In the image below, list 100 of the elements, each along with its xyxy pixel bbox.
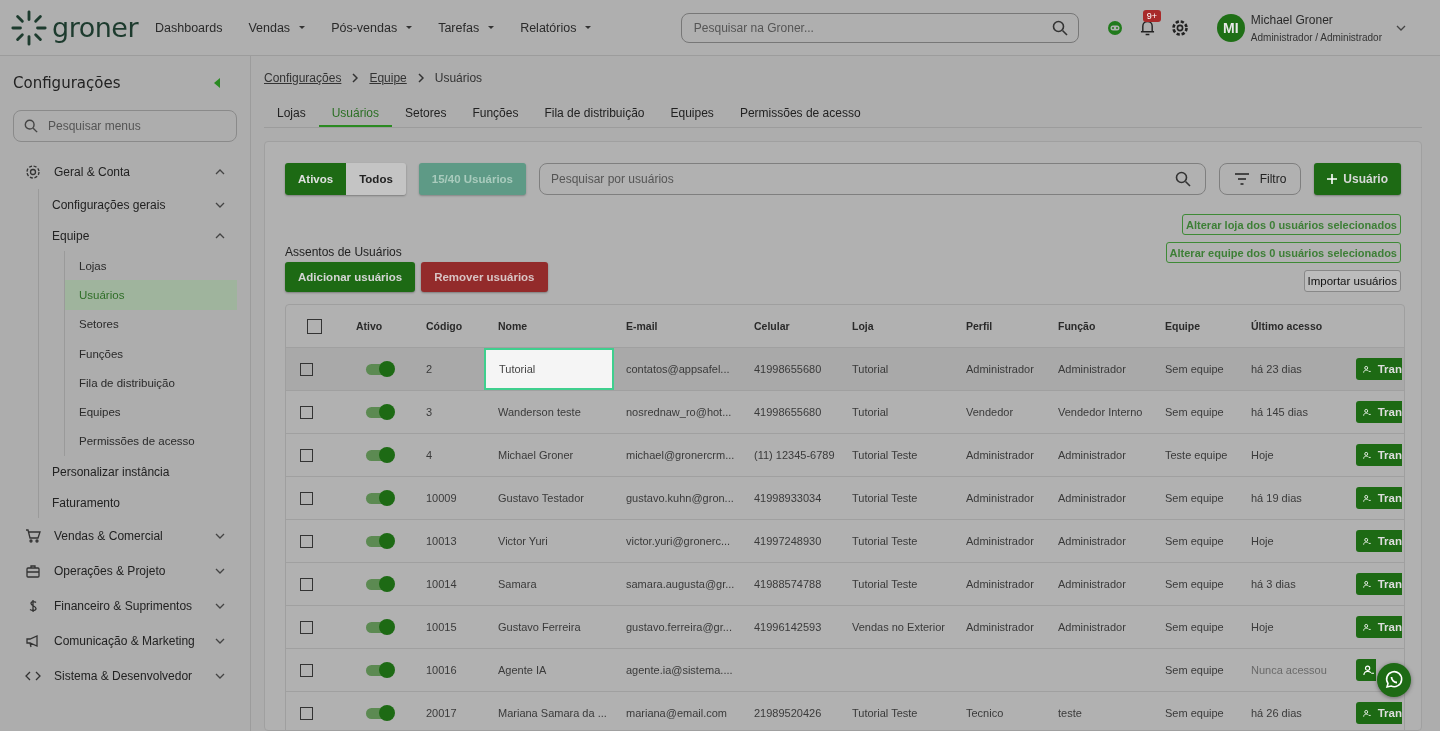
table-cell-text: Sem equipe — [1165, 664, 1225, 676]
remove-users-button[interactable]: Remover usuários — [421, 262, 548, 292]
row-checkbox[interactable] — [300, 577, 313, 591]
table-cell-text: 41998655680 — [754, 363, 823, 375]
table-cell-text: Vendedor — [966, 406, 1015, 418]
transfer-button[interactable]: Tran — [1356, 530, 1402, 552]
table-cell-text: há 19 dias — [1251, 492, 1303, 504]
sidebar-item[interactable]: Equipes — [65, 397, 237, 427]
menu-search-input[interactable]: Pesquisar menus — [46, 118, 226, 134]
row-checkbox[interactable] — [300, 534, 313, 548]
row-checkbox[interactable] — [300, 663, 313, 677]
nav-link[interactable]: Tarefas — [438, 20, 495, 35]
table-cell-text: Mariana Samara da ... — [498, 707, 608, 719]
transfer-button[interactable]: Tran — [1356, 616, 1402, 638]
active-toggle[interactable] — [366, 621, 393, 633]
table-cell-text: Administrador — [1058, 578, 1127, 590]
sidebar-item[interactable]: Configurações gerais — [52, 189, 237, 220]
sidebar-item[interactable]: Setores — [65, 309, 237, 339]
sidebar-item[interactable]: Funções — [65, 338, 237, 369]
table-cell-text: Administrador — [966, 449, 1035, 461]
select-all-checkbox[interactable] — [307, 318, 322, 334]
table-cell-text: Administrador — [1058, 621, 1127, 633]
column-header: Função — [1058, 320, 1097, 332]
sidebar-item[interactable]: Faturamento — [52, 487, 237, 519]
search-input[interactable]: Pesquisar na Groner... — [691, 19, 1052, 36]
filter-toggle-button[interactable]: Ativos — [285, 162, 347, 195]
breadcrumb-link[interactable]: Equipe — [369, 71, 407, 85]
seats-count-badge: 15/40 Usuários — [418, 162, 526, 195]
sidebar-item[interactable]: Lojas — [65, 251, 237, 281]
active-toggle[interactable] — [366, 492, 393, 504]
transfer-button[interactable] — [1356, 659, 1376, 681]
transfer-button[interactable]: Tran — [1356, 358, 1402, 380]
sidebar-section[interactable]: Operações & Projeto — [13, 553, 237, 589]
sidebar-section[interactable]: Financeiro & Suprimentos — [13, 588, 237, 624]
column-header: E-mail — [626, 320, 659, 332]
tab[interactable]: Lojas — [264, 100, 319, 127]
active-toggle[interactable] — [366, 449, 393, 461]
table-cell-text: 10015 — [426, 621, 458, 633]
active-toggle[interactable] — [366, 363, 393, 375]
table-cell-text: há 145 dias — [1251, 406, 1309, 418]
user-search-field[interactable]: Pesquisar por usuários — [539, 162, 1206, 195]
transfer-button[interactable]: Tran — [1356, 573, 1402, 595]
active-toggle[interactable] — [366, 578, 393, 590]
row-checkbox[interactable] — [300, 706, 313, 720]
tab[interactable]: Setores — [392, 100, 460, 127]
add-user-button[interactable]: Usuário — [1314, 162, 1401, 195]
sidebar-item[interactable]: Fila de distribuição — [65, 368, 237, 398]
sidebar-section[interactable]: Comunicação & Marketing — [13, 623, 237, 659]
table-cell-text: 10013 — [426, 535, 458, 547]
filter-button[interactable]: Filtro — [1218, 162, 1302, 195]
sunburst-logo-icon — [10, 8, 48, 47]
import-users-button[interactable]: Importar usuários — [1303, 270, 1401, 292]
breadcrumb-link[interactable]: Configurações — [264, 71, 342, 85]
tab[interactable]: Funções — [459, 100, 532, 127]
menu-search-field[interactable]: Pesquisar menus — [13, 110, 237, 142]
settings-icon[interactable] — [1170, 18, 1189, 37]
user-search-input[interactable]: Pesquisar por usuários — [549, 170, 1175, 187]
user-icon — [1363, 363, 1371, 375]
table-cell-text: 2 — [426, 363, 434, 375]
nav-link[interactable]: Vendas — [248, 20, 306, 35]
search-field[interactable]: Pesquisar na Groner... — [680, 12, 1079, 43]
active-toggle[interactable] — [366, 406, 393, 418]
table-cell-text: Sem equipe — [1165, 621, 1225, 633]
row-checkbox[interactable] — [300, 491, 313, 505]
filter-toggle-button[interactable]: Todos — [346, 162, 406, 195]
row-checkbox[interactable] — [300, 620, 313, 634]
nav-link[interactable]: Relatórios — [520, 20, 592, 35]
sidebar-item[interactable]: Personalizar instância — [52, 456, 237, 488]
transfer-button[interactable]: Tran — [1356, 702, 1402, 724]
tab[interactable]: Permissões de acesso — [726, 100, 874, 127]
sidebar-section[interactable]: Geral & Conta — [13, 154, 237, 189]
sidebar-section[interactable]: Sistema & Desenvolvedor — [13, 658, 237, 694]
table-cell: Tutorial — [484, 348, 614, 390]
user-icon — [1363, 578, 1371, 590]
search-icon — [1174, 170, 1191, 187]
table-cell-text: 41988574788 — [754, 578, 823, 590]
transfer-button[interactable]: Tran — [1356, 401, 1402, 423]
transfer-button[interactable]: Tran — [1356, 444, 1402, 466]
user-avatar[interactable]: MI — [1216, 13, 1245, 42]
sidebar-section[interactable]: Vendas & Comercial — [13, 518, 237, 554]
active-toggle[interactable] — [366, 664, 393, 676]
sidebar-item[interactable]: Permissões de acesso — [65, 426, 237, 457]
tab[interactable]: Fila de distribuição — [531, 100, 658, 127]
add-users-button[interactable]: Adicionar usuários — [285, 262, 416, 292]
nav-link[interactable]: Dashboards — [155, 20, 223, 35]
chat-bot-icon[interactable] — [1105, 18, 1124, 37]
table-cell-text: Administrador — [1058, 492, 1127, 504]
active-toggle[interactable] — [366, 535, 393, 547]
sidebar-item[interactable]: Equipe — [52, 220, 237, 251]
nav-link[interactable]: Pós-vendas — [331, 20, 413, 35]
transfer-button[interactable]: Tran — [1356, 487, 1402, 509]
table-cell-text: Gustavo Testador — [498, 492, 585, 504]
filter-icon — [1233, 172, 1250, 185]
active-toggle[interactable] — [366, 707, 393, 719]
user-icon — [1363, 492, 1371, 504]
table-cell-text: Sem equipe — [1165, 492, 1225, 504]
row-checkbox[interactable] — [300, 405, 313, 419]
row-checkbox[interactable] — [300, 448, 313, 462]
row-checkbox[interactable] — [300, 362, 313, 376]
tab[interactable]: Equipes — [657, 100, 727, 127]
